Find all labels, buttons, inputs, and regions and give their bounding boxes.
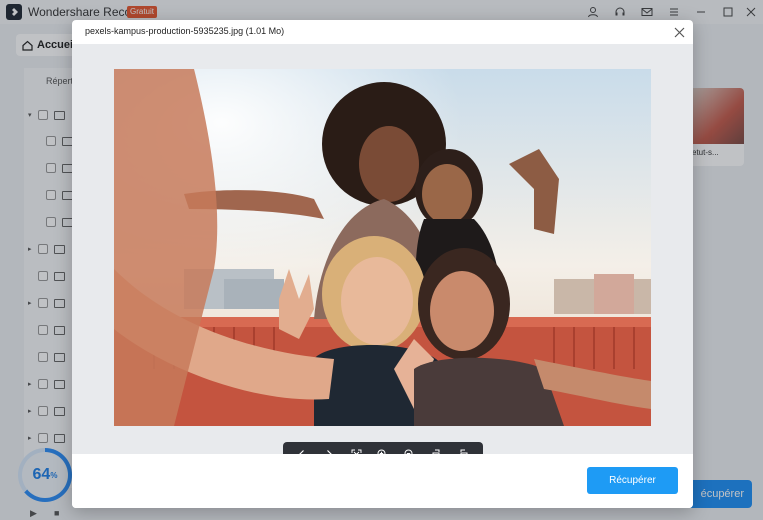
dialog-title: pexels-kampus-production-5935235.jpg (1.…	[85, 26, 285, 36]
preview-area	[72, 44, 693, 466]
recover-button[interactable]: Récupérer	[587, 467, 678, 494]
preview-dialog: pexels-kampus-production-5935235.jpg (1.…	[72, 20, 693, 508]
dialog-close-button[interactable]	[671, 24, 687, 40]
close-icon	[674, 27, 684, 37]
preview-image[interactable]	[114, 69, 651, 426]
dialog-header: pexels-kampus-production-5935235.jpg (1.…	[72, 20, 693, 44]
dialog-footer: Récupérer	[72, 454, 693, 508]
